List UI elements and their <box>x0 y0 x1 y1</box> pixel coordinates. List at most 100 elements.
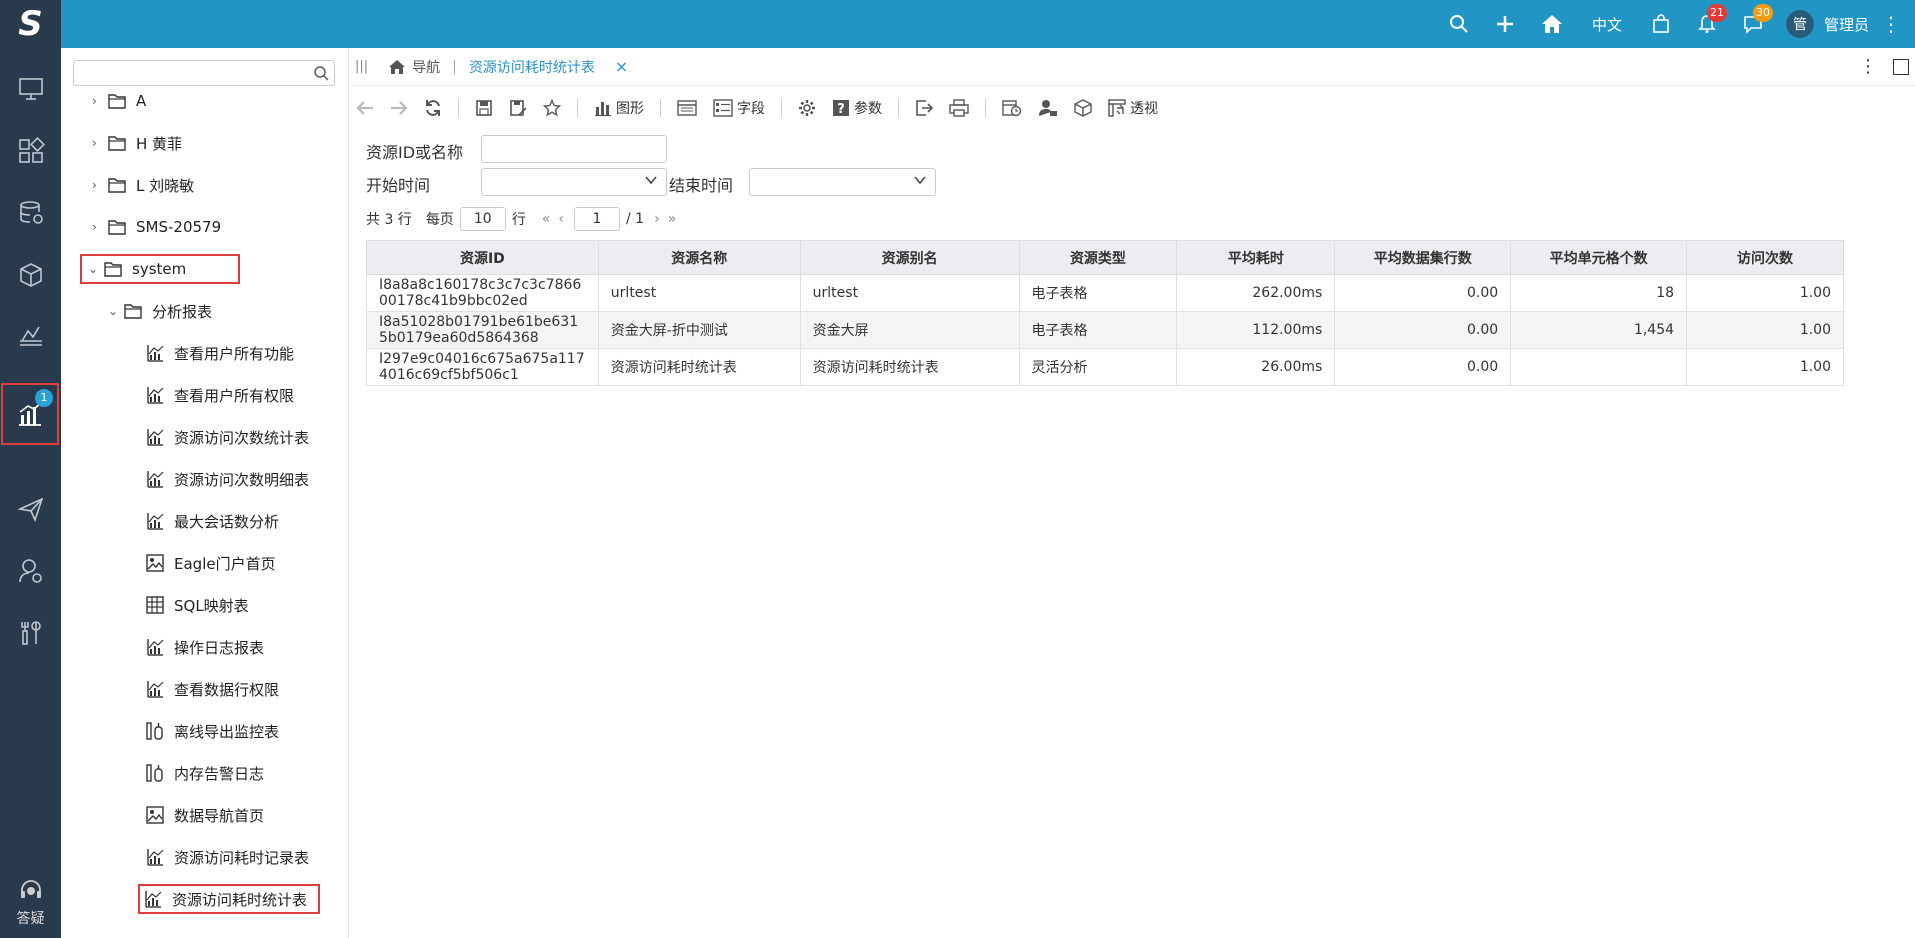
params-button[interactable]: ? 参数 <box>832 98 882 118</box>
settings-icon[interactable] <box>798 99 816 117</box>
maximize-icon[interactable] <box>1893 59 1909 75</box>
resource-id-input[interactable] <box>481 135 667 163</box>
report-chart-icon <box>146 470 164 488</box>
tree-node[interactable]: 操作日志报表 <box>146 632 264 662</box>
close-icon[interactable]: × <box>615 57 628 76</box>
search-icon[interactable] <box>1449 14 1469 34</box>
tools-icon[interactable] <box>0 602 61 664</box>
tree-node[interactable]: 资源访问耗时统计表 <box>138 884 320 914</box>
database-icon[interactable] <box>0 182 61 244</box>
tree-node[interactable]: 查看数据行权限 <box>146 674 279 704</box>
app-logo[interactable]: S <box>0 0 61 48</box>
fields-button[interactable]: 字段 <box>713 98 765 118</box>
favorite-icon[interactable] <box>543 99 561 117</box>
tree-node[interactable]: ⌄ 分析报表 <box>108 296 212 326</box>
table-row[interactable]: I297e9c04016c675a675a1174016c69cf5bf506c… <box>366 348 1844 386</box>
tree-node[interactable]: 资源访问耗时记录表 <box>146 842 309 872</box>
more-vertical-icon[interactable]: ⋮ <box>1859 56 1877 77</box>
apps-icon[interactable] <box>0 120 61 182</box>
tree-node[interactable]: 离线导出监控表 <box>146 716 279 746</box>
column-header[interactable]: 平均耗时 <box>1176 240 1336 275</box>
tab-home[interactable]: 导航 <box>388 57 440 77</box>
tree-node[interactable]: 内存告警日志 <box>146 758 264 788</box>
forward-icon[interactable] <box>390 100 408 116</box>
tree-node-label: 查看数据行权限 <box>174 680 280 699</box>
tree-search-input[interactable] <box>73 60 335 86</box>
chevron-right-icon[interactable]: › <box>92 178 108 192</box>
column-header[interactable]: 平均单元格个数 <box>1510 240 1688 275</box>
tree-node[interactable]: › H 黄菲 <box>92 128 182 158</box>
save-as-icon[interactable] <box>509 99 527 117</box>
table-row[interactable]: I8a8a8c160178c3c7c3c786600178c41b9bbc02e… <box>366 274 1844 312</box>
language-switch[interactable]: 中文 <box>1592 14 1622 35</box>
prev-page-icon[interactable]: ‹ <box>558 211 564 227</box>
chevron-right-icon[interactable]: › <box>92 136 108 150</box>
column-header[interactable]: 资源ID <box>366 240 599 275</box>
tree-node-label: SQL映射表 <box>174 596 249 615</box>
tree-node[interactable]: ⌄ system <box>80 254 240 284</box>
bag-icon[interactable] <box>1651 14 1671 34</box>
tree-node[interactable]: 资源访问次数明细表 <box>146 464 309 494</box>
table-row[interactable]: I8a51028b01791be61be6315b0179ea60d586436… <box>366 311 1844 349</box>
chart-button[interactable]: 图形 <box>594 98 644 118</box>
start-time-select[interactable] <box>481 168 667 196</box>
home-icon[interactable] <box>1541 14 1563 34</box>
bar-chart-icon <box>595 102 611 117</box>
end-time-select[interactable] <box>749 168 936 196</box>
analysis-report-icon[interactable]: 1 <box>1 383 59 445</box>
cube-icon[interactable] <box>0 244 61 306</box>
print-icon[interactable] <box>949 99 969 117</box>
last-page-icon[interactable]: » <box>668 211 677 227</box>
tree-node[interactable]: 查看用户所有功能 <box>146 338 294 368</box>
column-header[interactable]: 资源名称 <box>597 240 801 275</box>
column-header[interactable]: 资源别名 <box>799 240 1020 275</box>
model-cube-icon[interactable] <box>1074 99 1092 117</box>
column-header[interactable]: 平均数据集行数 <box>1334 240 1512 275</box>
table-cell <box>1510 348 1688 386</box>
pivot-button[interactable]: 透视 <box>1108 98 1158 118</box>
refresh-icon[interactable] <box>424 99 442 117</box>
tree-node[interactable]: Eagle门户首页 <box>146 548 276 578</box>
export-icon[interactable] <box>915 99 933 117</box>
first-page-icon[interactable]: « <box>542 211 551 227</box>
pager: 共 3 行 每页 10 行 « ‹ 1 / 1 › » <box>366 207 680 231</box>
add-icon[interactable] <box>1495 14 1515 34</box>
tree-node[interactable]: 最大会话数分析 <box>146 506 279 536</box>
tree-node[interactable]: 查看用户所有权限 <box>146 380 294 410</box>
tree-node[interactable]: › L 刘晓敏 <box>92 170 194 200</box>
send-icon[interactable] <box>0 478 61 540</box>
user-name[interactable]: 管理员 <box>1824 14 1869 35</box>
tab-current[interactable]: 资源访问耗时统计表 <box>469 57 595 77</box>
column-header[interactable]: 访问次数 <box>1686 240 1844 275</box>
left-nav: 1 答疑 <box>0 48 61 938</box>
chevron-right-icon[interactable]: › <box>92 94 108 108</box>
back-icon[interactable] <box>356 100 374 116</box>
help-button[interactable]: 答疑 <box>0 868 61 938</box>
chart-label: 图形 <box>616 101 644 117</box>
tree-node[interactable]: 资源访问次数统计表 <box>146 422 309 452</box>
message-icon[interactable]: 30 <box>1743 4 1773 34</box>
more-vertical-icon[interactable]: ⋮ <box>1881 12 1901 36</box>
avatar[interactable]: 管 <box>1785 10 1814 38</box>
schedule-icon[interactable] <box>1002 99 1022 117</box>
tree-node[interactable]: › SMS-20579 <box>92 212 221 242</box>
bell-icon[interactable]: 21 <box>1697 4 1727 34</box>
column-header[interactable]: 资源类型 <box>1018 240 1178 275</box>
page-input[interactable]: 1 <box>574 207 620 231</box>
save-icon[interactable] <box>475 99 493 117</box>
next-page-icon[interactable]: › <box>654 211 660 227</box>
grip-icon[interactable]: ||| <box>355 59 368 74</box>
user-permission-icon[interactable] <box>1038 99 1058 117</box>
layout-icon[interactable] <box>677 99 697 117</box>
monitor-icon[interactable] <box>0 58 61 120</box>
per-page-input[interactable]: 10 <box>459 207 506 231</box>
user-settings-icon[interactable] <box>0 540 61 602</box>
layers-chart-icon[interactable] <box>0 306 61 368</box>
chevron-down-icon[interactable]: ⌄ <box>108 304 124 318</box>
tree-node[interactable]: › A <box>92 86 146 116</box>
tree-node[interactable]: SQL映射表 <box>146 590 249 620</box>
tree-node[interactable]: 数据导航首页 <box>146 800 264 830</box>
search-icon[interactable] <box>313 65 329 85</box>
chevron-right-icon[interactable]: › <box>92 220 108 234</box>
chevron-down-icon[interactable]: ⌄ <box>88 262 104 276</box>
